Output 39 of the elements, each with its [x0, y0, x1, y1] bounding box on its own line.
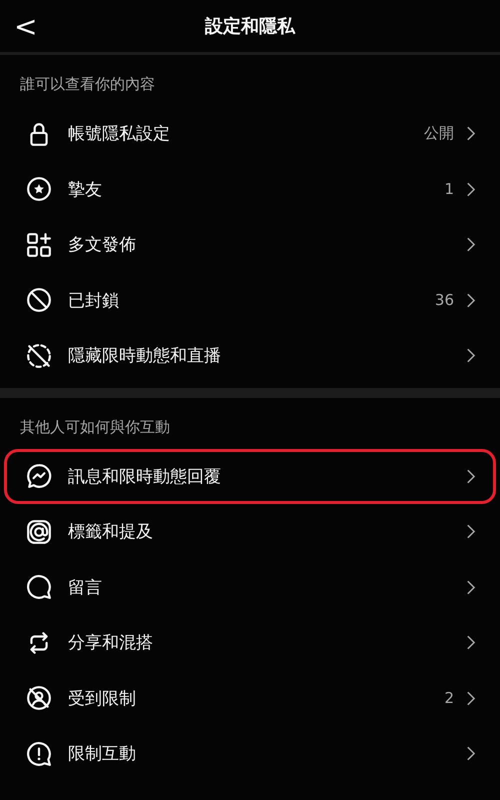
settings-row[interactable]: 多文發佈 [4, 217, 496, 272]
settings-row[interactable]: 隱藏限時動態和直播 [4, 328, 496, 384]
block-icon [26, 287, 52, 314]
section-heading: 誰可以查看你的內容 [19, 74, 156, 95]
chevron-right-icon [466, 126, 475, 142]
section-heading: 其他人可如何與你互動 [19, 416, 171, 438]
dashed-circle-slash-icon [26, 342, 52, 369]
grid-plus-icon [26, 232, 52, 258]
chevron-right-icon [466, 237, 475, 252]
at-sign-icon [26, 518, 52, 545]
chevron-right-icon [466, 468, 475, 484]
restricted-person-icon [26, 685, 52, 712]
setting-value: 1 [444, 180, 454, 198]
settings-row[interactable]: 標籤和提及 [4, 504, 496, 560]
comment-icon [26, 574, 52, 600]
chevron-right-icon [466, 580, 475, 595]
star-circle-icon [26, 176, 52, 202]
setting-value: 2 [444, 689, 454, 708]
screen-title: 設定和隱私 [205, 15, 295, 38]
settings-row[interactable]: 帳號隱私設定 公開 [4, 106, 496, 162]
settings-row[interactable]: 限制互動 [4, 726, 496, 782]
settings-row[interactable]: 已封鎖 36 [4, 272, 496, 328]
settings-row[interactable]: 分享和混搭 [4, 615, 496, 670]
settings-row[interactable]: 留言 [4, 560, 496, 615]
chevron-right-icon [466, 348, 475, 364]
chevron-right-icon [466, 182, 475, 197]
settings-row[interactable]: 受到限制 2 [4, 670, 496, 726]
highlighted-settings-row[interactable]: 訊息和限時動態回覆 [4, 448, 496, 504]
alert-bubble-icon [26, 740, 52, 767]
chevron-right-icon [466, 690, 475, 706]
chevron-right-icon [466, 292, 475, 308]
back-button[interactable]: < [0, 10, 50, 42]
settings-row[interactable]: 摯友 1 [4, 162, 496, 217]
setting-value: 36 [434, 291, 454, 310]
setting-value: 公開 [424, 124, 454, 144]
chevron-right-icon [466, 635, 475, 650]
messenger-icon [26, 463, 52, 490]
chevron-right-icon [466, 746, 475, 762]
chevron-right-icon [466, 524, 475, 540]
